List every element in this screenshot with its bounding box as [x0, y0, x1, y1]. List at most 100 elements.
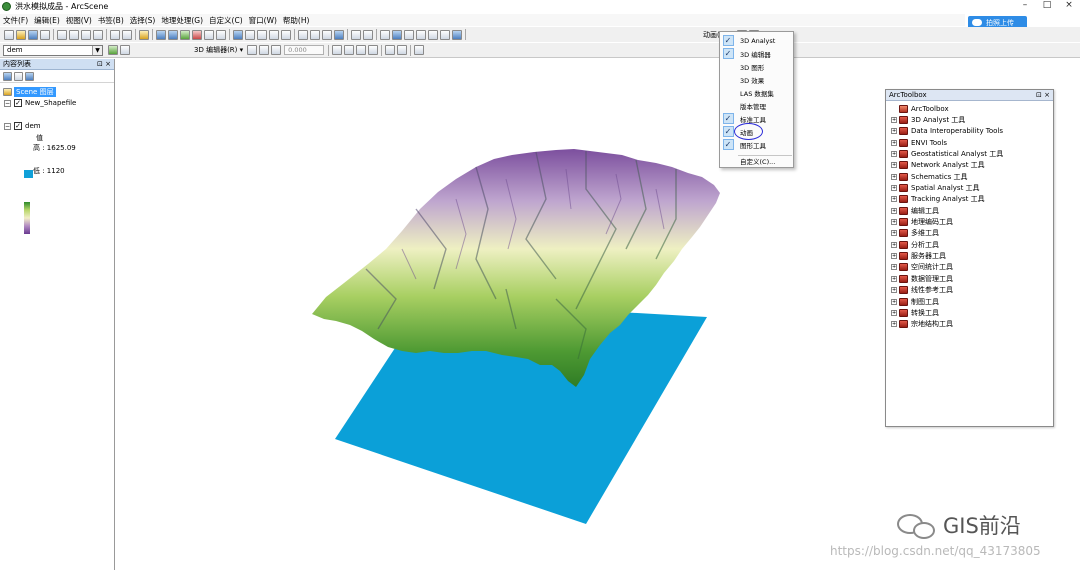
select-elements-icon[interactable]: [380, 29, 390, 40]
menu-customize[interactable]: 自定义(C): [206, 15, 246, 26]
menu-geoprocessing[interactable]: 地理处理(G): [158, 15, 206, 26]
toc-pin-close[interactable]: ⊡ ×: [97, 60, 111, 68]
expand-icon[interactable]: +: [891, 185, 897, 192]
toolbox-item-conversion[interactable]: + 转换工具: [886, 307, 1053, 318]
delete-icon[interactable]: [93, 29, 103, 40]
list-by-visibility-icon[interactable]: [25, 71, 34, 81]
maximize-button[interactable]: □: [1036, 0, 1058, 13]
scene-properties-icon[interactable]: [156, 29, 166, 40]
arctoolbox-pin-close[interactable]: ⊡ ×: [1036, 91, 1050, 99]
toolbox-item-server[interactable]: + 服务器工具: [886, 250, 1053, 261]
list-by-drawing-order-icon[interactable]: [3, 71, 12, 81]
expand-icon[interactable]: +: [891, 264, 897, 271]
toolbox-item-linear-referencing[interactable]: + 线性参考工具: [886, 285, 1053, 296]
expand-icon[interactable]: +: [891, 321, 897, 328]
expand-icon[interactable]: +: [891, 139, 897, 146]
toolbox-item-parcel-fabric[interactable]: + 宗地结构工具: [886, 319, 1053, 330]
cut-icon[interactable]: [57, 29, 67, 40]
toolbox-item-spatial-statistics[interactable]: + 空间统计工具: [886, 262, 1053, 273]
layer-properties-icon[interactable]: [120, 45, 130, 55]
zoom-out-icon[interactable]: [310, 29, 320, 40]
expand-icon[interactable]: +: [891, 196, 897, 203]
menu-item-3d-analyst[interactable]: ✓ 3D Analyst: [720, 34, 794, 47]
toolbox-item-network-analyst[interactable]: + Network Analyst 工具: [886, 160, 1053, 171]
toolbox-item-envi[interactable]: + ENVI Tools: [886, 137, 1053, 148]
undo-icon[interactable]: [110, 29, 120, 40]
toolbox-item-spatial-analyst[interactable]: + Spatial Analyst 工具: [886, 182, 1053, 193]
html-popup-icon[interactable]: [404, 29, 414, 40]
3d-editor-menu[interactable]: 3D 编辑器(R) ▾: [194, 45, 243, 55]
expand-icon[interactable]: +: [891, 117, 897, 124]
expand-icon[interactable]: +: [891, 287, 897, 294]
toolbox-item-geocoding[interactable]: + 地理编码工具: [886, 216, 1053, 227]
toolbox-item-schematics[interactable]: + Schematics 工具: [886, 171, 1053, 182]
open-folder-icon[interactable]: [16, 29, 26, 40]
toolbox-item-multidimension[interactable]: + 多维工具: [886, 228, 1053, 239]
menu-edit[interactable]: 编辑(E): [31, 15, 63, 26]
expand-icon[interactable]: +: [891, 162, 897, 169]
expand-icon[interactable]: +: [891, 173, 897, 180]
layer-visibility-checkbox[interactable]: ✓: [14, 99, 22, 107]
menu-item-3d-graphics[interactable]: 3D 图形: [720, 60, 794, 73]
clear-selection-icon[interactable]: [363, 29, 373, 40]
toolbox-item-geostatistical[interactable]: + Geostatistical Analyst 工具: [886, 148, 1053, 159]
full-extent-icon[interactable]: [334, 29, 344, 40]
redo-icon[interactable]: [122, 29, 132, 40]
toc-window-icon[interactable]: [168, 29, 178, 40]
expand-icon[interactable]: +: [891, 128, 897, 135]
menu-item-3d-effects[interactable]: 3D 效果: [720, 73, 794, 86]
expand-icon[interactable]: +: [891, 275, 897, 282]
elevation-color-ramp[interactable]: [24, 202, 30, 234]
toolbox-item-cartography[interactable]: + 制图工具: [886, 296, 1053, 307]
menu-item-standard-tools[interactable]: ✓ 标准工具: [720, 112, 794, 125]
toolbox-item-editing[interactable]: + 编辑工具: [886, 205, 1053, 216]
paste-icon[interactable]: [81, 29, 91, 40]
navigate-icon[interactable]: [233, 29, 243, 40]
viewer-icon[interactable]: [440, 29, 450, 40]
zoom-in-icon[interactable]: [298, 29, 308, 40]
new-document-icon[interactable]: [4, 29, 14, 40]
pan-icon[interactable]: [322, 29, 332, 40]
collapse-icon[interactable]: −: [4, 99, 11, 107]
scene-layers-label[interactable]: Scene 图层: [14, 87, 56, 97]
layer-select[interactable]: dem ▼: [3, 44, 103, 56]
menu-item-graphics-tools[interactable]: ✓ 图形工具: [720, 138, 794, 151]
toolbox-item-3d-analyst[interactable]: +3D Analyst 工具: [886, 114, 1053, 125]
split-tool-icon[interactable]: [332, 45, 343, 55]
layer-row-dem[interactable]: − ✓ dem: [4, 122, 41, 130]
menu-file[interactable]: 文件(F): [0, 15, 31, 26]
menu-item-versioning[interactable]: 版本管理: [720, 99, 794, 112]
menu-item-3d-editor[interactable]: ✓ 3D 编辑器: [720, 47, 794, 60]
measure-icon[interactable]: [416, 29, 426, 40]
fly-icon[interactable]: [245, 29, 255, 40]
menu-item-las-dataset[interactable]: LAS 数据集: [720, 86, 794, 99]
sketch-properties-icon[interactable]: [397, 45, 408, 55]
edit-tool-icon[interactable]: [247, 45, 258, 55]
copy-icon[interactable]: [69, 29, 79, 40]
expand-icon[interactable]: +: [891, 230, 897, 237]
expand-icon[interactable]: +: [891, 241, 897, 248]
close-button[interactable]: ×: [1058, 0, 1080, 13]
target-center-icon[interactable]: [257, 29, 267, 40]
menu-selection[interactable]: 选择(S): [127, 15, 159, 26]
chevron-down-icon[interactable]: ▼: [92, 45, 102, 55]
layer-tool-icon[interactable]: [108, 45, 118, 55]
expand-icon[interactable]: +: [891, 151, 897, 158]
shapefile-symbol-swatch[interactable]: [24, 170, 33, 178]
layer-row-new-shapefile[interactable]: − ✓ New_Shapefile: [4, 99, 76, 107]
expand-icon[interactable]: +: [891, 253, 897, 260]
rotate-tool-icon[interactable]: [356, 45, 367, 55]
menu-item-customize[interactable]: 自定义(C)...: [720, 154, 794, 167]
layer-visibility-checkbox[interactable]: ✓: [14, 122, 22, 130]
z-value-icon[interactable]: [271, 45, 282, 55]
identify-icon[interactable]: [392, 29, 402, 40]
z-value-field[interactable]: 0.000: [284, 45, 325, 55]
menu-help[interactable]: 帮助(H): [280, 15, 313, 26]
expand-icon[interactable]: +: [891, 219, 897, 226]
sketch-tool-icon[interactable]: [259, 45, 270, 55]
move-tool-icon[interactable]: [344, 45, 355, 55]
collapse-icon[interactable]: −: [4, 122, 11, 130]
expand-icon[interactable]: +: [891, 309, 897, 316]
save-icon[interactable]: [28, 29, 38, 40]
menu-windows[interactable]: 窗口(W): [246, 15, 280, 26]
